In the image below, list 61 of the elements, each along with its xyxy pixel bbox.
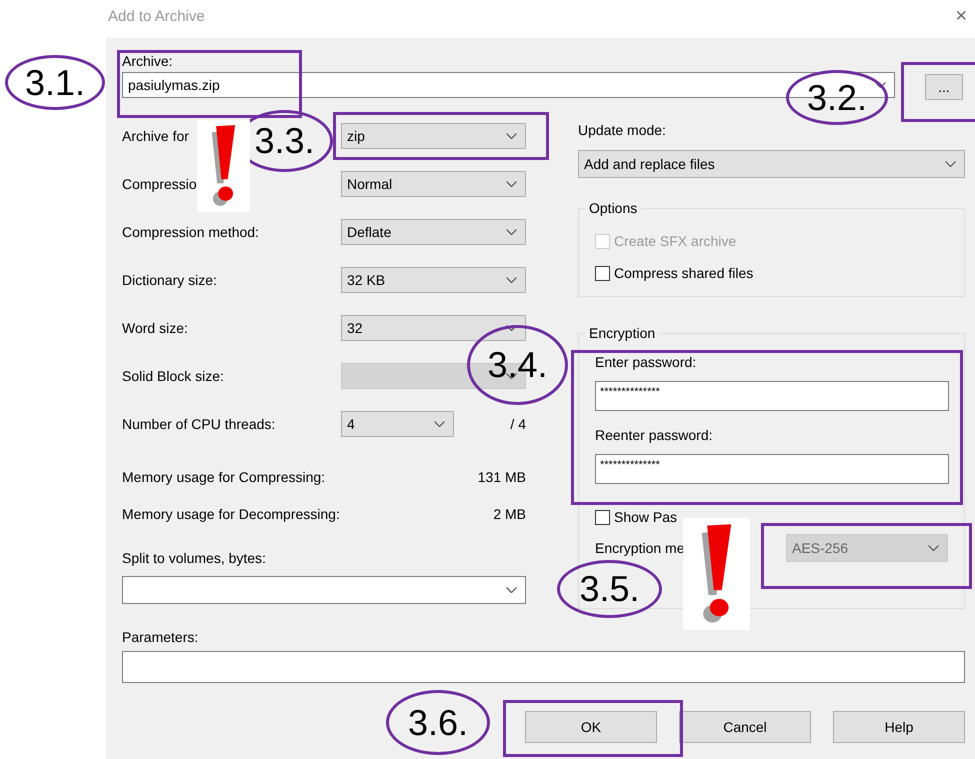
split-field[interactable]: [122, 576, 526, 604]
field-label: Encryption me: [595, 540, 684, 556]
caret-icon: [506, 373, 517, 379]
field-label: Enter password:: [595, 353, 696, 371]
dropdown[interactable]: 32 KB: [341, 267, 526, 293]
dropdown[interactable]: Normal: [341, 171, 526, 197]
caret-icon: [506, 181, 517, 187]
step-callout: 3.2.: [786, 70, 888, 125]
dropdown[interactable]: zip: [341, 123, 526, 149]
step-callout: 3.1.: [5, 55, 105, 110]
field-label: Reenter password:: [595, 426, 713, 444]
field-label: Archive:: [122, 52, 173, 70]
password-field[interactable]: **************: [595, 454, 949, 484]
field-label: Update mode:: [578, 121, 666, 140]
info-label: Memory usage for Decompressing:: [122, 506, 340, 522]
dropdown[interactable]: Add and replace files: [578, 150, 965, 178]
caret-icon: [506, 277, 517, 283]
field-label: Compression method:: [122, 224, 259, 240]
checkbox-label[interactable]: Show Pas: [614, 509, 678, 525]
field-label: Split to volumes, bytes:: [122, 550, 266, 568]
caret-icon: [506, 229, 517, 235]
info-label: Memory usage for Compressing:: [122, 468, 326, 484]
exclamation-icon: [683, 518, 750, 630]
close-button[interactable]: ×: [955, 4, 967, 28]
caret-icon: [506, 133, 517, 139]
group-title: Encryption: [588, 325, 656, 341]
caret-icon: [434, 421, 445, 427]
dialog-button[interactable]: OK: [525, 711, 657, 743]
caret-icon: [506, 587, 517, 593]
checkbox[interactable]: [595, 510, 610, 524]
dropdown[interactable]: Deflate: [341, 219, 526, 245]
info-value: 2 MB: [493, 506, 526, 522]
dropdown[interactable]: 4: [341, 411, 454, 437]
checkbox-label: Create SFX archive: [614, 233, 736, 249]
dialog-button[interactable]: Cancel: [679, 711, 811, 743]
dropdown[interactable]: 32: [341, 315, 526, 341]
browse-button[interactable]: ...: [925, 74, 963, 100]
thread-count: / 4: [510, 416, 526, 432]
field-label: Number of CPU threads:: [122, 416, 276, 432]
caret-icon: [875, 82, 886, 88]
password-field[interactable]: **************: [595, 381, 949, 411]
window-title: Add to Archive: [108, 8, 205, 24]
checkbox-label[interactable]: Compress shared files: [614, 265, 754, 281]
dialog-button[interactable]: Help: [833, 711, 965, 743]
field-label: Solid Block size:: [122, 368, 224, 384]
caret-icon: [506, 325, 517, 331]
checkbox[interactable]: [595, 266, 610, 280]
parameters-field[interactable]: [122, 651, 965, 683]
info-value: 131 MB: [478, 468, 526, 484]
step-callout: 3.4.: [467, 325, 568, 405]
exclamation-icon: [197, 120, 250, 212]
field-label: Word size:: [122, 320, 188, 336]
caret-icon: [945, 161, 956, 167]
caret-icon: [928, 545, 939, 551]
group-title: Options: [588, 200, 638, 216]
step-callout: 3.6.: [386, 690, 490, 755]
field-label: Dictionary size:: [122, 272, 217, 288]
field-label: Parameters:: [122, 629, 198, 645]
step-callout: 3.5.: [557, 560, 662, 618]
field-label: Compressio: [122, 176, 197, 192]
field-label: Archive for: [122, 128, 189, 144]
